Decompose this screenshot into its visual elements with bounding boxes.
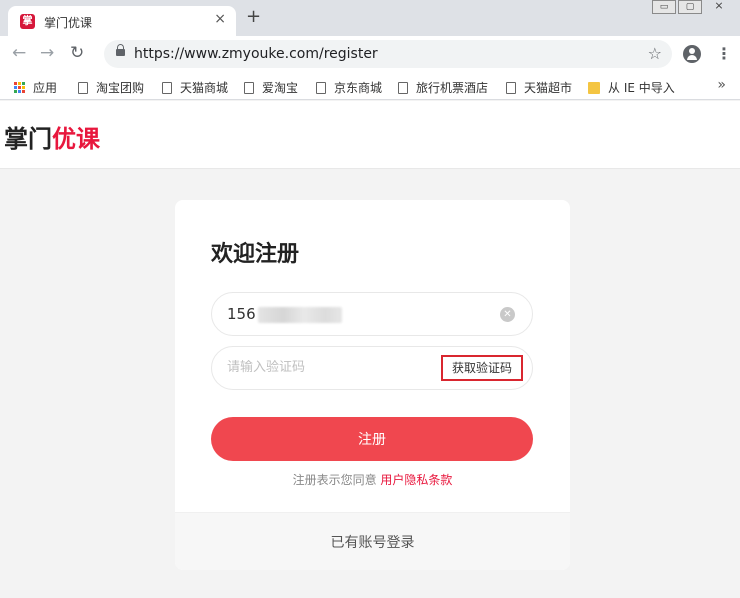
address-bar[interactable]: https://www.zmyouke.com/register ☆	[104, 40, 672, 68]
page-icon	[78, 81, 88, 94]
forward-arrow-icon[interactable]: →	[40, 44, 54, 62]
zmyouke-favicon-icon: 掌	[20, 14, 35, 29]
bookmark-apps[interactable]: 应用	[14, 79, 57, 96]
tab-title: 掌门优课	[44, 16, 93, 30]
logo-part-2: 优课	[52, 125, 100, 153]
register-button[interactable]: 注册	[211, 417, 533, 461]
redacted-number-blur	[258, 307, 342, 323]
bookmark-taobao-group[interactable]: 淘宝团购	[78, 79, 144, 96]
bookmark-travel[interactable]: 旅行机票酒店	[398, 79, 488, 96]
reload-icon[interactable]: ↻	[70, 44, 84, 62]
page-icon	[316, 81, 326, 94]
bookmark-label: 爱淘宝	[262, 81, 299, 95]
apps-icon	[14, 82, 25, 93]
logo-part-1: 掌门	[4, 125, 52, 153]
bookmark-label: 从 IE 中导入	[608, 81, 675, 95]
page-icon	[244, 81, 254, 94]
get-code-button[interactable]: 获取验证码	[441, 355, 523, 381]
new-tab-button[interactable]: +	[246, 8, 261, 26]
bookmark-ai-taobao[interactable]: 爱淘宝	[244, 79, 298, 96]
page-icon	[506, 81, 516, 94]
page-icon	[398, 81, 408, 94]
minimize-button[interactable]: ▭	[652, 0, 676, 14]
bookmark-label: 京东商城	[334, 81, 383, 95]
site-header: 掌门优课	[0, 101, 740, 169]
bookmark-label: 天猫超市	[524, 81, 573, 95]
verification-code-input[interactable]	[227, 360, 427, 375]
bookmark-label: 应用	[33, 81, 58, 95]
tab-close-icon[interactable]: ×	[214, 11, 226, 27]
account-icon[interactable]	[683, 45, 701, 63]
bookmarks-overflow-icon[interactable]: »	[717, 77, 726, 93]
bookmarks-bar: 应用 淘宝团购 天猫商城 爱淘宝 京东商城 旅行机票酒店 天猫超市 从 IE 中…	[0, 72, 740, 100]
bookmark-tmall[interactable]: 天猫商城	[162, 79, 228, 96]
verification-code-field: 获取验证码	[211, 346, 533, 390]
bookmark-ie-import[interactable]: 从 IE 中导入	[588, 79, 675, 96]
window-controls: ▭ ▢ ⨯	[652, 0, 734, 14]
close-window-button[interactable]: ⨯	[704, 0, 734, 14]
browser-tab-strip: 掌 掌门优课 × + ▭ ▢ ⨯	[0, 0, 740, 36]
bookmark-label: 天猫商城	[180, 81, 229, 95]
lock-icon	[116, 44, 125, 56]
bookmark-star-icon[interactable]: ☆	[648, 44, 662, 63]
browser-tab[interactable]: 掌 掌门优课 ×	[8, 6, 236, 36]
address-url[interactable]: https://www.zmyouke.com/register	[134, 46, 378, 62]
restore-button[interactable]: ▢	[678, 0, 702, 14]
bookmark-jd[interactable]: 京东商城	[316, 79, 382, 96]
phone-value: 156	[227, 305, 256, 323]
agreement-prefix: 注册表示您同意	[292, 473, 377, 487]
browser-toolbar: ← → ↻ https://www.zmyouke.com/register ☆…	[0, 36, 740, 72]
page-title: 欢迎注册	[211, 242, 300, 267]
agreement-text: 注册表示您同意 用户隐私条款	[175, 471, 570, 488]
phone-field[interactable]: 156 ✕	[211, 292, 533, 336]
register-card: 欢迎注册 156 ✕ 获取验证码 注册 注册表示您同意 用户隐私条款 已有账号登…	[175, 200, 570, 570]
bookmark-label: 旅行机票酒店	[416, 81, 489, 95]
browser-menu-icon[interactable]: ⋮	[716, 44, 732, 63]
folder-icon	[588, 81, 600, 94]
card-footer: 已有账号登录	[175, 512, 570, 570]
site-logo[interactable]: 掌门优课	[4, 119, 100, 154]
back-arrow-icon[interactable]: ←	[12, 44, 26, 62]
clear-input-icon[interactable]: ✕	[500, 307, 515, 322]
bookmark-label: 淘宝团购	[96, 81, 145, 95]
privacy-terms-link[interactable]: 用户隐私条款	[380, 473, 452, 487]
page-icon	[162, 81, 172, 94]
login-link[interactable]: 已有账号登录	[175, 532, 570, 552]
bookmark-tmall-supermarket[interactable]: 天猫超市	[506, 79, 572, 96]
